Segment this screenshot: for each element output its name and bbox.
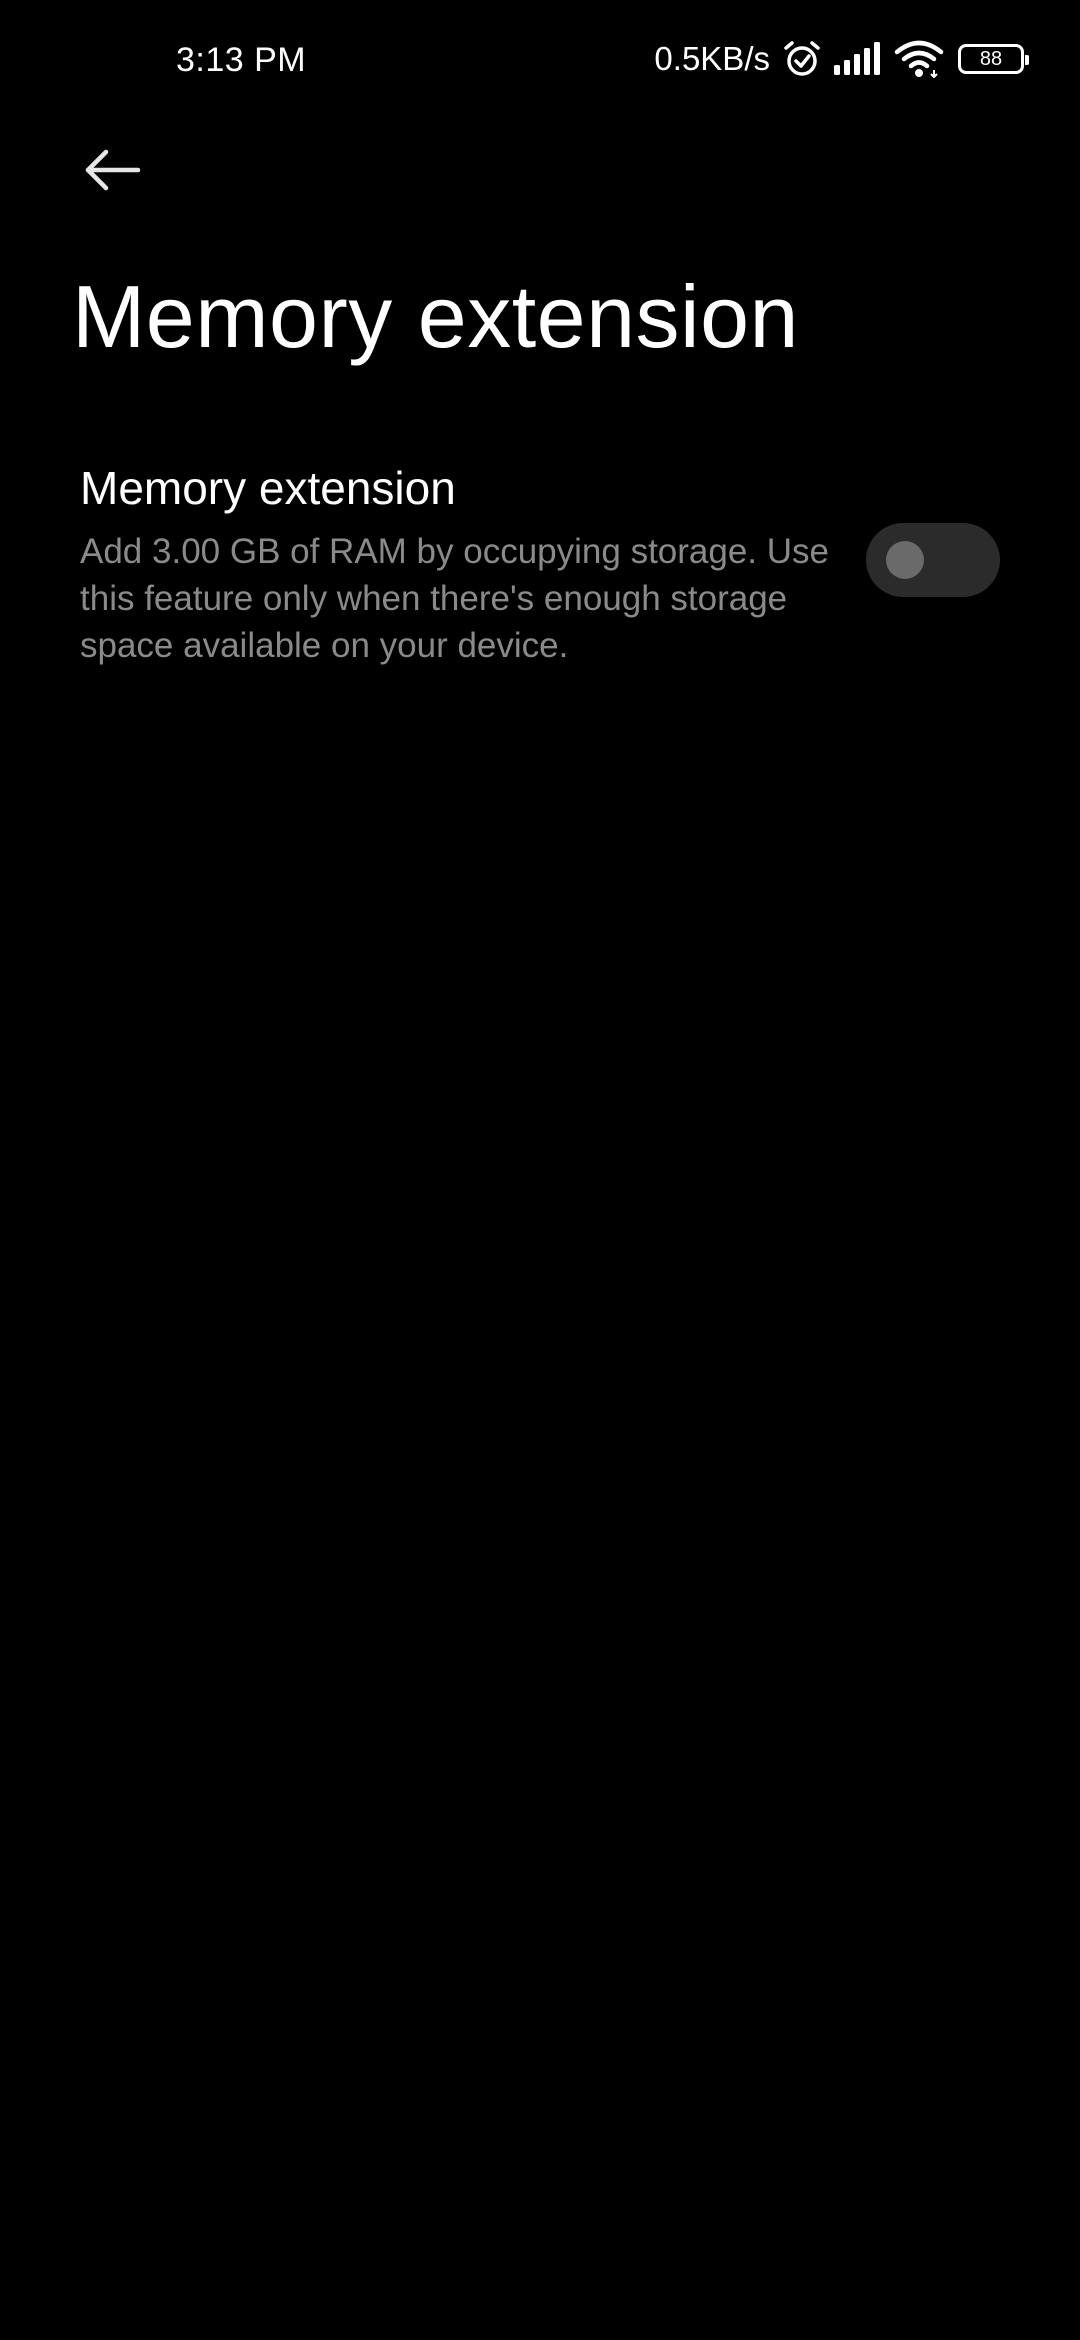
page-title: Memory extension [72, 267, 799, 366]
signal-icon [832, 41, 884, 77]
memory-extension-toggle[interactable] [866, 523, 1000, 597]
status-bar: 3:13 PM 0.5KB/s 88 [0, 0, 1080, 120]
status-time: 3:13 PM [176, 41, 307, 79]
setting-summary: Add 3.00 GB of RAM by occupying storage.… [80, 532, 829, 665]
alarm-icon [782, 39, 822, 79]
status-icons: 0.5KB/s 88 [654, 34, 1029, 84]
setting-title: Memory extension [80, 462, 456, 514]
toggle-knob [886, 541, 924, 579]
memory-extension-setting-row[interactable]: Memory extension Add 3.00 GB of RAM by o… [0, 448, 1080, 684]
network-speed: 0.5KB/s [654, 40, 770, 77]
battery-icon: 88 [958, 44, 1029, 74]
arrow-left-icon [82, 148, 142, 192]
battery-level: 88 [979, 48, 1003, 70]
wifi-icon [894, 40, 944, 78]
back-button[interactable] [66, 130, 166, 210]
setting-text: Memory extension Add 3.00 GB of RAM by o… [80, 448, 860, 669]
